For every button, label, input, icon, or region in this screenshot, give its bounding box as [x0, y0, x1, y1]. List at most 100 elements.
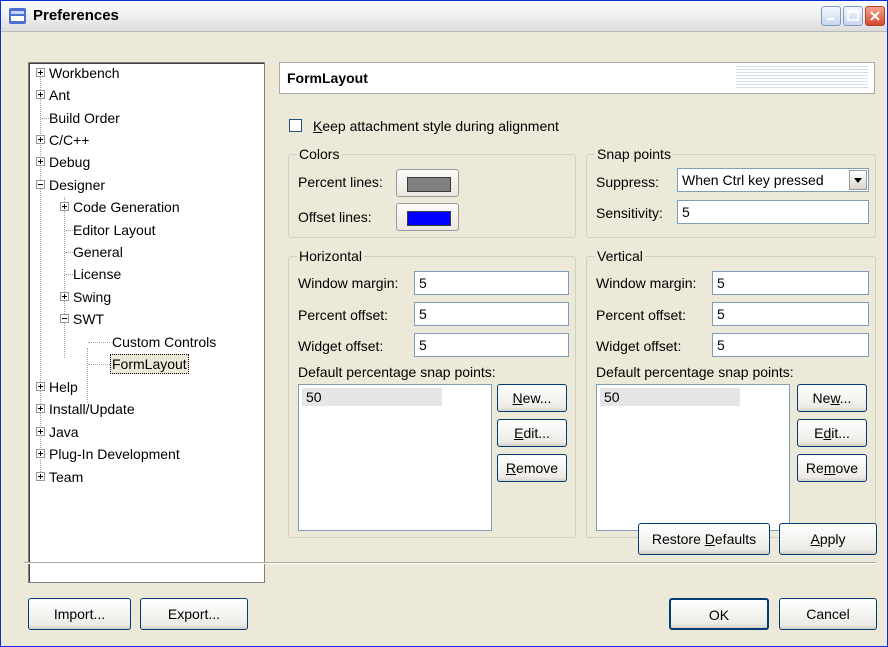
dialog-content: Workbench Ant Build Order C/C++ Debug De…	[1, 32, 887, 646]
preference-tree[interactable]: Workbench Ant Build Order C/C++ Debug De…	[28, 62, 265, 583]
tree-item-cpp[interactable]: C/C++	[29, 130, 259, 150]
tree-item-java[interactable]: Java	[29, 422, 259, 442]
maximize-button[interactable]	[843, 6, 863, 26]
offset-lines-color-button[interactable]	[396, 203, 459, 231]
expand-icon[interactable]	[36, 68, 45, 77]
tree-item-build-order[interactable]: Build Order	[29, 108, 259, 128]
suppress-select[interactable]: When Ctrl key pressed	[677, 168, 869, 192]
list-item[interactable]: 50	[302, 388, 442, 406]
tree-item-label: License	[73, 266, 122, 282]
expand-icon[interactable]	[36, 472, 45, 481]
tree-item-designer[interactable]: Designer	[29, 175, 259, 195]
expand-icon[interactable]	[60, 292, 69, 301]
mnemonic: A	[810, 531, 820, 547]
offset-lines-label: Offset lines:	[298, 209, 372, 225]
apply-button[interactable]: Apply	[779, 523, 877, 555]
v-edit-button[interactable]: Edit...	[797, 419, 867, 447]
label-part: ew...	[522, 390, 552, 406]
expand-icon[interactable]	[36, 157, 45, 166]
suppress-dropdown-button[interactable]	[849, 170, 867, 190]
expand-icon[interactable]	[60, 202, 69, 211]
tree-connector	[88, 342, 110, 343]
tree-item-label: Help	[49, 379, 78, 395]
label-part: efaults	[714, 531, 757, 547]
cancel-button[interactable]: Cancel	[779, 598, 877, 630]
label-part: it...	[831, 425, 850, 441]
tree-item-install-update[interactable]: Install/Update	[29, 399, 259, 419]
label-part: Restore	[651, 531, 705, 547]
label-part: pply	[819, 531, 846, 547]
vertical-group: Vertical Window margin: 5 Percent offset…	[586, 248, 876, 538]
v-snap-points-list[interactable]: 50	[596, 384, 790, 531]
tree-item-code-generation[interactable]: Code Generation	[29, 197, 259, 217]
restore-defaults-button[interactable]: Restore Defaults	[638, 523, 770, 555]
h-widget-offset-input[interactable]: 5	[414, 333, 569, 357]
tree-item-swing[interactable]: Swing	[29, 287, 259, 307]
h-percent-offset-label: Percent offset:	[298, 307, 389, 323]
tree-item-team[interactable]: Team	[29, 467, 259, 487]
v-window-margin-label: Window margin:	[596, 275, 697, 291]
v-percent-offset-label: Percent offset:	[596, 307, 687, 323]
minimize-button[interactable]	[821, 6, 841, 26]
eclipse-app-icon	[9, 8, 26, 24]
title-banner-decoration	[736, 66, 868, 90]
h-edit-button[interactable]: Edit...	[497, 419, 567, 447]
tree-item-ant[interactable]: Ant	[29, 85, 259, 105]
snap-points-group: Snap points Suppress: When Ctrl key pres…	[586, 146, 876, 238]
v-remove-button[interactable]: Remove	[797, 454, 867, 482]
expand-icon[interactable]	[36, 90, 45, 99]
collapse-icon[interactable]	[36, 180, 45, 189]
tree-item-label: Debug	[49, 154, 91, 170]
keep-attachment-checkbox[interactable]	[289, 119, 302, 132]
close-button[interactable]	[865, 6, 885, 26]
v-new-button[interactable]: New...	[797, 384, 867, 412]
expand-icon[interactable]	[36, 404, 45, 413]
v-percent-offset-input[interactable]: 5	[712, 302, 869, 326]
sensitivity-label: Sensitivity:	[596, 205, 663, 221]
tree-item-swt[interactable]: SWT	[29, 309, 259, 329]
v-snap-points-label: Default percentage snap points:	[596, 364, 794, 380]
keep-attachment-label[interactable]: Keep attachment style during alignment	[313, 118, 559, 134]
export-button[interactable]: Export...	[140, 598, 248, 630]
tree-item-label: Install/Update	[49, 401, 135, 417]
percent-lines-color-button[interactable]	[396, 169, 459, 197]
tree-item-label: C/C++	[49, 132, 90, 148]
mnemonic: R	[505, 460, 517, 476]
v-window-margin-input[interactable]: 5	[712, 271, 869, 295]
maximize-icon	[847, 10, 859, 21]
import-button[interactable]: Import...	[28, 598, 131, 630]
expand-icon[interactable]	[36, 427, 45, 436]
window-title: Preferences	[33, 7, 119, 24]
horizontal-group-title: Horizontal	[297, 248, 365, 264]
mnemonic: D	[704, 531, 715, 547]
title-bar[interactable]: Preferences	[1, 1, 887, 32]
expand-icon[interactable]	[36, 382, 45, 391]
h-new-button[interactable]: New...	[497, 384, 567, 412]
chevron-down-icon	[854, 178, 862, 183]
tree-item-plugin-development[interactable]: Plug-In Development	[29, 444, 259, 464]
expand-icon[interactable]	[36, 135, 45, 144]
sensitivity-input[interactable]: 5	[677, 200, 869, 224]
tree-item-general[interactable]: General	[29, 242, 259, 262]
list-item[interactable]: 50	[600, 388, 740, 406]
h-widget-offset-label: Widget offset:	[298, 338, 384, 354]
h-percent-offset-input[interactable]: 5	[414, 302, 569, 326]
page-title-bar: FormLayout	[279, 62, 875, 94]
h-snap-points-list[interactable]: 50	[298, 384, 492, 531]
h-window-margin-input[interactable]: 5	[414, 271, 569, 295]
h-remove-button[interactable]: Remove	[497, 454, 567, 482]
h-window-margin-label: Window margin:	[298, 275, 399, 291]
tree-item-custom-controls[interactable]: Custom Controls	[29, 332, 259, 352]
tree-item-license[interactable]: License	[29, 264, 259, 284]
label-part: ...	[839, 390, 852, 406]
tree-item-workbench[interactable]: Workbench	[29, 63, 259, 83]
collapse-icon[interactable]	[60, 314, 69, 323]
ok-button[interactable]: OK	[669, 598, 769, 630]
v-widget-offset-input[interactable]: 5	[712, 333, 869, 357]
preferences-window: Preferences Workbench Ant Build Order C/…	[0, 0, 888, 647]
tree-item-help[interactable]: Help	[29, 377, 259, 397]
expand-icon[interactable]	[36, 449, 45, 458]
tree-item-debug[interactable]: Debug	[29, 152, 259, 172]
tree-item-editor-layout[interactable]: Editor Layout	[29, 220, 259, 240]
tree-item-formlayout[interactable]: FormLayout	[29, 354, 259, 374]
